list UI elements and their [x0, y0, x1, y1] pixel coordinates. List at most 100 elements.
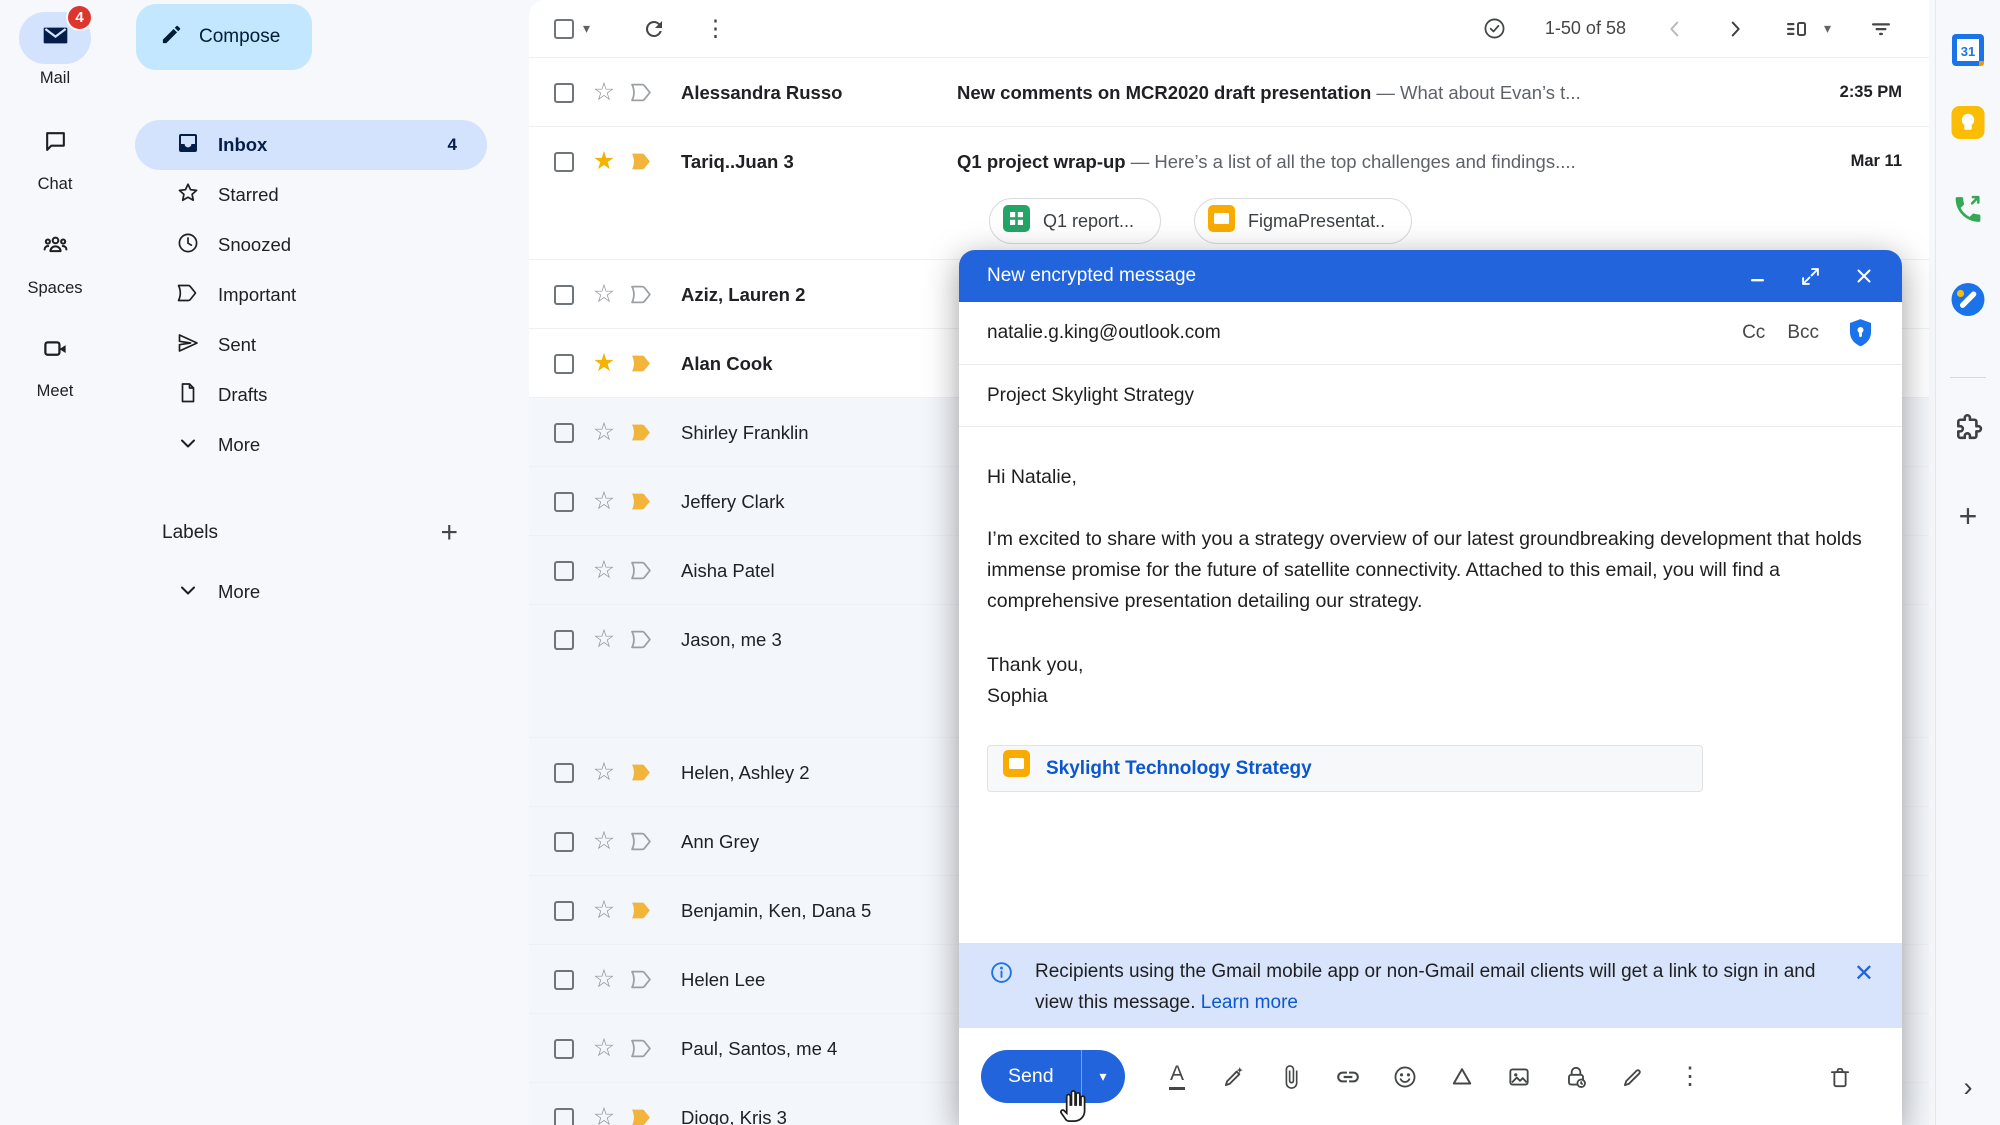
- encryption-shield-icon[interactable]: [1847, 318, 1874, 348]
- more-options-button[interactable]: ⋮: [704, 15, 727, 42]
- send-button[interactable]: Send ▾: [981, 1050, 1125, 1103]
- insert-emoji-icon[interactable]: [1383, 1054, 1428, 1099]
- minimize-button[interactable]: [1749, 267, 1767, 285]
- star-toggle-icon[interactable]: ☆: [590, 558, 618, 583]
- more-send-options-icon[interactable]: ⋮: [1668, 1054, 1713, 1099]
- star-toggle-icon[interactable]: ☆: [590, 829, 618, 854]
- attachment-chip[interactable]: Q1 report...: [989, 198, 1161, 244]
- cc-button[interactable]: Cc: [1742, 322, 1765, 344]
- split-pane-toggle[interactable]: ▾: [1784, 17, 1831, 41]
- row-checkbox[interactable]: [554, 1039, 574, 1059]
- compose-button[interactable]: Compose: [136, 4, 312, 70]
- formatting-options-icon[interactable]: A: [1155, 1054, 1200, 1099]
- recipients-field[interactable]: natalie.g.king@outlook.com Cc Bcc: [959, 302, 1902, 365]
- row-checkbox[interactable]: [554, 354, 574, 374]
- add-label-button[interactable]: +: [440, 518, 458, 548]
- row-checkbox[interactable]: [554, 285, 574, 305]
- get-addons-plus-icon[interactable]: +: [1959, 498, 1978, 535]
- confidential-mode-icon[interactable]: [1554, 1054, 1599, 1099]
- rail-item-spaces[interactable]: Spaces: [0, 222, 110, 298]
- importance-marker-icon[interactable]: [628, 831, 656, 852]
- star-toggle-icon[interactable]: ★: [590, 351, 618, 376]
- sidebar-item-sent[interactable]: Sent: [135, 320, 487, 370]
- attach-file-icon[interactable]: [1269, 1054, 1314, 1099]
- importance-marker-icon[interactable]: [628, 82, 656, 103]
- email-row[interactable]: ★Tariq..Juan 3Q1 project wrap-up — Here’…: [529, 127, 1929, 260]
- row-checkbox[interactable]: [554, 630, 574, 650]
- sidebar-item-snoozed[interactable]: Snoozed: [135, 220, 487, 270]
- row-checkbox[interactable]: [554, 901, 574, 921]
- row-checkbox[interactable]: [554, 1108, 574, 1125]
- importance-marker-icon[interactable]: [628, 1107, 656, 1125]
- importance-marker-icon[interactable]: [628, 1038, 656, 1059]
- insert-from-drive-icon[interactable]: [1440, 1054, 1485, 1099]
- row-checkbox[interactable]: [554, 423, 574, 443]
- star-toggle-icon[interactable]: ★: [590, 149, 618, 174]
- insert-link-icon[interactable]: [1326, 1054, 1371, 1099]
- popout-icon[interactable]: [1801, 267, 1820, 286]
- star-toggle-icon[interactable]: ☆: [590, 80, 618, 105]
- importance-marker-icon[interactable]: [628, 491, 656, 512]
- importance-marker-icon[interactable]: [628, 900, 656, 921]
- importance-marker-icon[interactable]: [628, 353, 656, 374]
- attachment-link[interactable]: Skylight Technology Strategy: [1046, 753, 1312, 784]
- star-toggle-icon[interactable]: ☆: [590, 627, 618, 652]
- row-checkbox[interactable]: [554, 561, 574, 581]
- importance-marker-icon[interactable]: [628, 762, 656, 783]
- older-page-button[interactable]: [1724, 18, 1746, 40]
- star-toggle-icon[interactable]: ☆: [590, 489, 618, 514]
- tasks-icon[interactable]: [1951, 282, 1986, 317]
- learn-more-link[interactable]: Learn more: [1201, 992, 1298, 1013]
- rail-item-chat[interactable]: Chat: [0, 118, 110, 194]
- row-checkbox[interactable]: [554, 832, 574, 852]
- importance-marker-icon[interactable]: [628, 422, 656, 443]
- calendar-icon[interactable]: 31: [1950, 32, 1986, 68]
- star-toggle-icon[interactable]: ☆: [590, 1036, 618, 1061]
- discard-draft-icon[interactable]: [1817, 1054, 1862, 1099]
- attachment-chip[interactable]: FigmaPresentat..: [1194, 198, 1412, 244]
- banner-close-icon[interactable]: ✕: [1854, 959, 1874, 988]
- help-me-write-icon[interactable]: [1212, 1054, 1257, 1099]
- row-checkbox[interactable]: [554, 83, 574, 103]
- star-toggle-icon[interactable]: ☆: [590, 282, 618, 307]
- star-toggle-icon[interactable]: ☆: [590, 420, 618, 445]
- sidebar-item-inbox[interactable]: Inbox 4: [135, 120, 487, 170]
- newer-page-button[interactable]: [1664, 18, 1686, 40]
- show-side-panel-chevron-icon[interactable]: ›: [1964, 1072, 1973, 1103]
- filter-icon[interactable]: [1869, 17, 1893, 41]
- email-row[interactable]: ☆Alessandra RussoNew comments on MCR2020…: [529, 58, 1929, 127]
- sidebar-item-drafts[interactable]: Drafts: [135, 370, 487, 420]
- importance-marker-icon[interactable]: [628, 151, 656, 172]
- select-dropdown-caret-icon[interactable]: ▾: [583, 20, 590, 37]
- insert-signature-icon[interactable]: [1611, 1054, 1656, 1099]
- importance-marker-icon[interactable]: [628, 969, 656, 990]
- voice-icon[interactable]: [1952, 193, 1985, 226]
- extensions-puzzle-icon[interactable]: [1953, 412, 1984, 443]
- keep-icon[interactable]: [1951, 105, 1986, 140]
- row-checkbox[interactable]: [554, 492, 574, 512]
- insert-photo-icon[interactable]: [1497, 1054, 1542, 1099]
- close-icon[interactable]: [1854, 266, 1874, 286]
- rail-item-mail[interactable]: 4 Mail: [0, 12, 110, 88]
- importance-marker-icon[interactable]: [628, 284, 656, 305]
- check-circle-icon[interactable]: [1482, 16, 1507, 41]
- row-checkbox[interactable]: [554, 152, 574, 172]
- row-checkbox[interactable]: [554, 763, 574, 783]
- sidebar-item-starred[interactable]: Starred: [135, 170, 487, 220]
- star-toggle-icon[interactable]: ☆: [590, 1105, 618, 1125]
- sidebar-item-more[interactable]: More: [135, 420, 487, 470]
- refresh-button[interactable]: [642, 17, 666, 41]
- sidebar-item-important[interactable]: Important: [135, 270, 487, 320]
- attached-file-card[interactable]: Skylight Technology Strategy: [987, 745, 1703, 792]
- message-body[interactable]: Hi Natalie, I’m excited to share with yo…: [959, 427, 1902, 943]
- star-toggle-icon[interactable]: ☆: [590, 898, 618, 923]
- sidebar-item-labels-more[interactable]: More: [135, 567, 260, 617]
- importance-marker-icon[interactable]: [628, 629, 656, 650]
- star-toggle-icon[interactable]: ☆: [590, 967, 618, 992]
- row-checkbox[interactable]: [554, 970, 574, 990]
- importance-marker-icon[interactable]: [628, 560, 656, 581]
- compose-header[interactable]: New encrypted message: [959, 250, 1902, 302]
- rail-item-meet[interactable]: Meet: [0, 325, 110, 401]
- select-all-checkbox[interactable]: [554, 19, 574, 39]
- star-toggle-icon[interactable]: ☆: [590, 760, 618, 785]
